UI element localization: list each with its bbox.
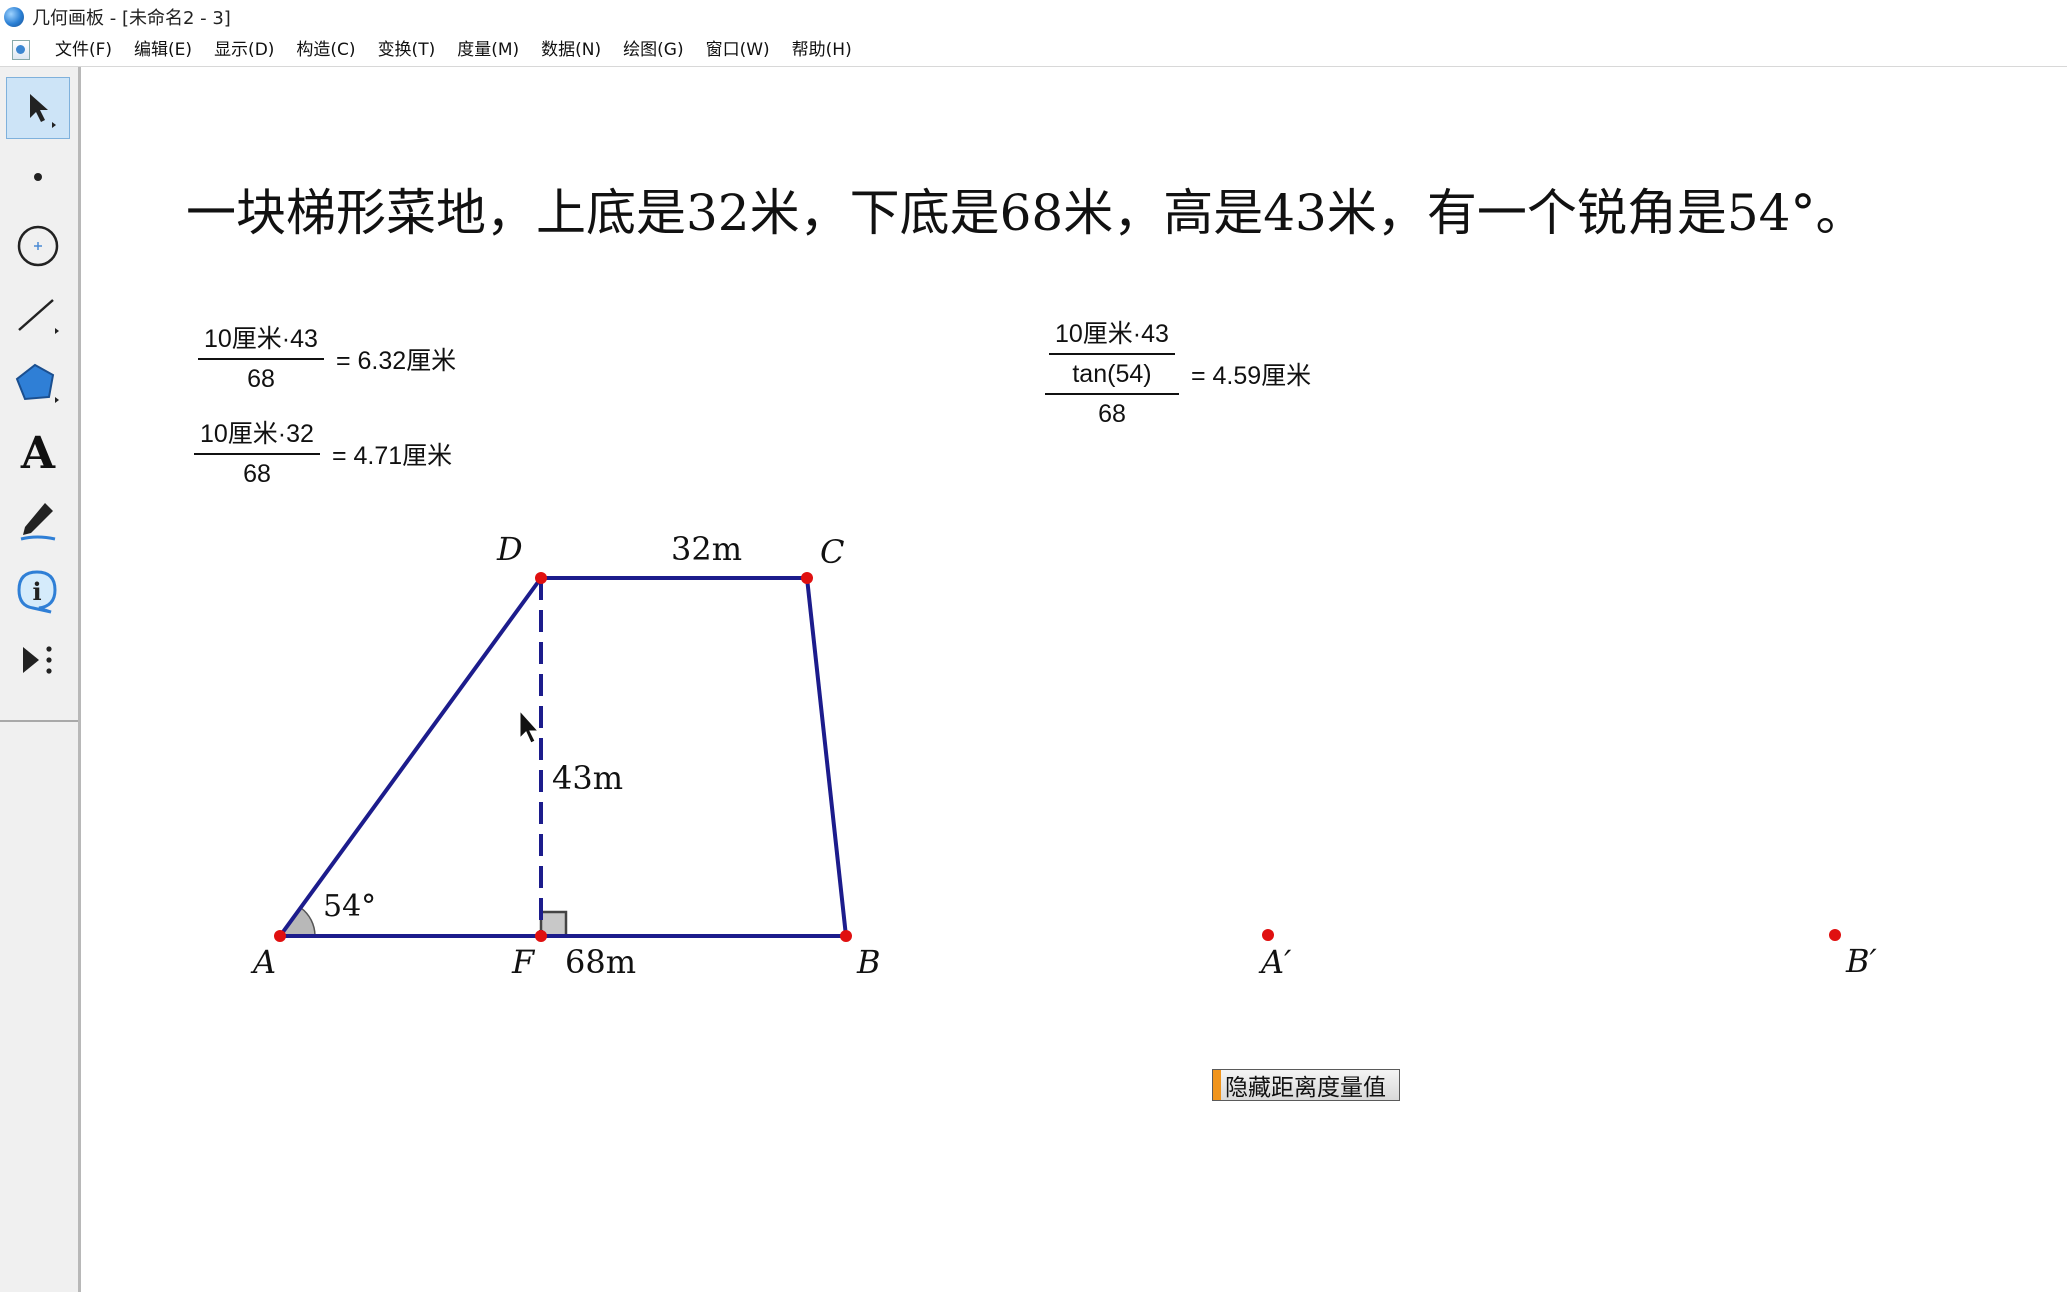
arrow-tool-icon <box>30 94 56 128</box>
point-tool-button[interactable] <box>6 146 70 208</box>
compass-tool-button[interactable] <box>6 215 70 277</box>
menu-window[interactable]: 窗口(W) <box>695 36 781 64</box>
problem-statement[interactable]: 一块梯形菜地，上底是32米，下底是68米，高是43米，有一个锐角是54°。 <box>186 173 1866 245</box>
calculation-2-numerator: 10厘米·32 <box>200 420 314 448</box>
sketch-canvas[interactable] <box>81 67 2067 1292</box>
menu-transform[interactable]: 变换(T) <box>367 36 447 64</box>
custom-tool-icon <box>23 646 52 674</box>
calculation-1[interactable]: 10厘米·43 68 = 6.32厘米 <box>198 320 456 398</box>
window-title: 几何画板 - [未命名2 - 3] <box>32 8 231 29</box>
compass-tool-icon <box>17 225 59 267</box>
menu-file[interactable]: 文件(F) <box>44 36 123 64</box>
information-tool-button[interactable]: i <box>6 560 70 622</box>
polygon-tool-icon <box>15 363 59 403</box>
arrow-tool-button[interactable] <box>6 77 70 139</box>
calculation-1-denominator: 68 <box>247 365 275 393</box>
calculation-2-denominator: 68 <box>243 460 271 488</box>
text-tool-icon: A <box>20 427 56 479</box>
calculation-1-numerator: 10厘米·43 <box>204 325 318 353</box>
menu-display[interactable]: 显示(D) <box>203 36 285 64</box>
marker-tool-icon <box>20 503 56 541</box>
information-tool-icon: i <box>17 570 57 614</box>
svg-text:i: i <box>32 577 41 606</box>
toolbox: A i <box>0 67 81 1292</box>
text-tool-button[interactable]: A <box>6 422 70 484</box>
calculation-3-tan: tan(54) <box>1072 360 1152 388</box>
menu-construct[interactable]: 构造(C) <box>285 36 366 64</box>
straightedge-tool-button[interactable] <box>6 284 70 346</box>
app-logo-icon <box>4 7 24 27</box>
hide-distance-button-label: 隐藏距离度量值 <box>1225 1075 1386 1101</box>
straightedge-tool-icon <box>18 299 59 334</box>
point-tool-icon <box>34 173 42 181</box>
calculation-1-result: = 6.32厘米 <box>335 347 457 375</box>
menu-measure[interactable]: 度量(M) <box>446 36 530 64</box>
menu-edit[interactable]: 编辑(E) <box>123 36 203 64</box>
calculation-3-numerator: 10厘米·43 <box>1055 320 1169 348</box>
hide-distance-button[interactable]: 隐藏距离度量值 <box>1212 1069 1400 1101</box>
marker-tool-button[interactable] <box>6 491 70 553</box>
calculation-3[interactable]: 10厘米·43 tan(54) 68 = 4.59厘米 <box>1045 315 1311 433</box>
menu-help[interactable]: 帮助(H) <box>781 36 863 64</box>
title-bar: 几何画板 - [未命名2 - 3] <box>0 0 2067 35</box>
calculation-3-denominator: 68 <box>1098 400 1126 428</box>
polygon-tool-button[interactable] <box>6 353 70 415</box>
custom-tool-button[interactable] <box>6 629 70 691</box>
tool-panel: A i <box>0 67 78 722</box>
action-button-handle <box>1213 1070 1221 1100</box>
menu-bar: 文件(F) 编辑(E) 显示(D) 构造(C) 变换(T) 度量(M) 数据(N… <box>0 34 2067 67</box>
calculation-2[interactable]: 10厘米·32 68 = 4.71厘米 <box>194 415 452 493</box>
menu-graph[interactable]: 绘图(G) <box>612 36 694 64</box>
document-icon[interactable] <box>12 40 30 60</box>
calculation-3-result: = 4.59厘米 <box>1190 362 1312 390</box>
menu-data[interactable]: 数据(N) <box>530 36 612 64</box>
calculation-2-result: = 4.71厘米 <box>331 442 453 470</box>
